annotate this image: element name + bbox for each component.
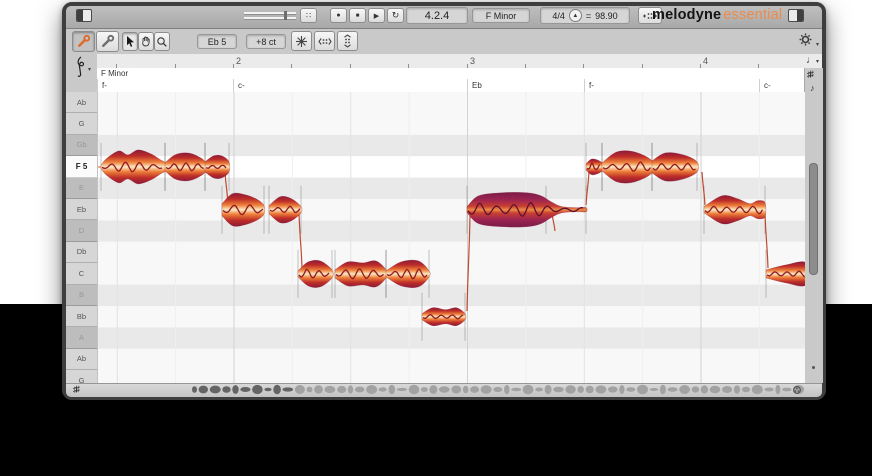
pitch-key-d[interactable]: D (66, 220, 97, 241)
pitch-key-eb[interactable]: Eb (66, 199, 97, 220)
cent-offset-value: +8 ct (256, 37, 276, 47)
zoom-tool-button[interactable] (154, 32, 170, 51)
horizontal-arrows-icon (318, 36, 332, 47)
scale-snap-icon[interactable]: ♯♯ (807, 69, 812, 79)
chord-cell[interactable]: Eb (467, 79, 584, 92)
key-display[interactable]: F Minor (472, 8, 530, 23)
note-blobs-canvas[interactable] (98, 92, 805, 383)
cycle-icon: ↻ (392, 10, 400, 21)
record-icon: ● (336, 12, 340, 19)
pitch-key-f5[interactable]: F 5 (66, 156, 97, 177)
secondary-tool-button[interactable] (96, 31, 119, 52)
volume-slider-track-1 (244, 12, 296, 15)
chord-cell[interactable]: f- (584, 79, 759, 92)
pitch-key-a[interactable]: A (66, 327, 97, 348)
volume-slider[interactable] (244, 11, 296, 20)
horizontal-shift-button[interactable] (314, 31, 335, 51)
key-value: F Minor (486, 11, 517, 21)
cent-offset-display[interactable]: +8 ct (246, 34, 286, 49)
pointer-tool-button[interactable] (122, 32, 138, 51)
stop-icon: ■ (356, 13, 360, 19)
note-pitch-value: Eb 5 (208, 37, 227, 47)
slider-options-button[interactable]: ∷ (300, 8, 317, 23)
volume-slider-track-2 (244, 17, 296, 20)
pitch-key-g[interactable]: G (66, 113, 97, 134)
note-snap-icon[interactable]: ♯♯ (73, 384, 78, 394)
pitch-key-b[interactable]: B (66, 285, 97, 306)
vdots-icon: ∷ (306, 11, 311, 20)
bar-number: 4 (703, 56, 708, 66)
volume-slider-handle[interactable] (284, 11, 287, 20)
play-icon: ▶ (374, 12, 379, 20)
vertical-scrollbar-thumb[interactable] (809, 163, 818, 275)
metronome-icon[interactable]: ▲ (569, 9, 582, 22)
tempo-value: 98.90 (595, 11, 618, 21)
hand-icon (140, 35, 152, 48)
note-value-dropdown-icon: ▾ (816, 58, 819, 65)
pitch-key-ab[interactable]: Ab (66, 349, 97, 370)
play-button[interactable]: ▶ (368, 8, 385, 23)
pitch-key-ab[interactable]: Ab (66, 92, 97, 113)
note-pitch-display[interactable]: Eb 5 (197, 34, 237, 49)
pitch-key-c[interactable]: C (66, 263, 97, 284)
stop-button[interactable]: ■ (349, 8, 366, 23)
gear-dropdown-icon: ▾ (816, 41, 819, 48)
clef-zone: ▾ (66, 54, 98, 92)
app-logo: melodyneessential (652, 7, 782, 23)
pitch-key-db[interactable]: Db (66, 242, 97, 263)
record-button[interactable]: ● (330, 8, 347, 23)
chord-track[interactable]: f-c-Ebf-c- (97, 79, 804, 93)
key-track-label: F Minor (101, 69, 128, 78)
scroll-zoom-icon[interactable] (792, 385, 802, 395)
time-signature-value: 4/4 (552, 11, 565, 21)
correct-pitch-macro-button[interactable] (291, 31, 312, 51)
pointer-icon (125, 35, 136, 48)
quarter-note-icon: ♩ (806, 55, 816, 66)
pitch-key-e[interactable]: E (66, 178, 97, 199)
sidebar-toggle-right-fill (797, 10, 803, 21)
settings-menu[interactable]: ▾ (799, 33, 819, 49)
pitch-key-bb[interactable]: Bb (66, 306, 97, 327)
bar-number: 2 (236, 56, 241, 66)
pitch-macro-icon (295, 35, 308, 48)
wrench-active-icon (76, 34, 91, 49)
sidebar-toggle-left-fill (77, 10, 83, 21)
bar-number: 3 (470, 56, 475, 66)
time-ruler[interactable]: 2 3 4 (97, 54, 804, 69)
vertical-arrows-icon (342, 34, 353, 48)
hand-tool-button[interactable] (138, 32, 154, 51)
cycle-button[interactable]: ↻ (387, 8, 404, 23)
clef-dropdown-icon[interactable]: ▾ (88, 66, 91, 73)
brand-name: melodyne (652, 7, 721, 23)
tempo-display[interactable]: 4/4 ▲ = 98.90 (540, 7, 630, 24)
brand-edition: essential (723, 7, 782, 23)
song-position-display[interactable]: 4.2.4 (406, 7, 468, 24)
main-tool-button[interactable] (72, 31, 95, 52)
chord-cell[interactable]: c- (233, 79, 467, 92)
magnifier-icon (156, 36, 168, 48)
chord-cell[interactable]: c- (759, 79, 804, 92)
pitch-key-gb[interactable]: Gb (66, 135, 97, 156)
chord-cell[interactable]: f- (97, 79, 233, 92)
sidebar-toggle-left[interactable] (76, 9, 92, 22)
sidebar-toggle-right[interactable] (788, 9, 804, 22)
tempo-equals: = (586, 11, 591, 21)
chord-track-icon[interactable]: ♪ (810, 83, 815, 93)
note-value-zone[interactable]: ♩ ▾ (804, 54, 822, 69)
pitch-ruler: AbGGbF 5EEbDDbCBBbAAbG (66, 92, 97, 383)
vertical-shift-button[interactable] (337, 31, 358, 51)
zoom-dot[interactable] (812, 366, 815, 369)
wrench-icon (100, 34, 115, 49)
tool-toolbar (66, 29, 822, 55)
gear-icon (799, 33, 812, 46)
waveform-overview[interactable] (97, 383, 804, 396)
note-editor-area[interactable] (97, 92, 805, 383)
desktop-background: ∷ ● ■ ▶ ↻ 4.2.4 F Minor 4/4 ▲ = 98.90 me… (0, 0, 872, 476)
song-position-value: 4.2.4 (425, 10, 449, 22)
pitch-key-g[interactable]: G (66, 370, 97, 383)
